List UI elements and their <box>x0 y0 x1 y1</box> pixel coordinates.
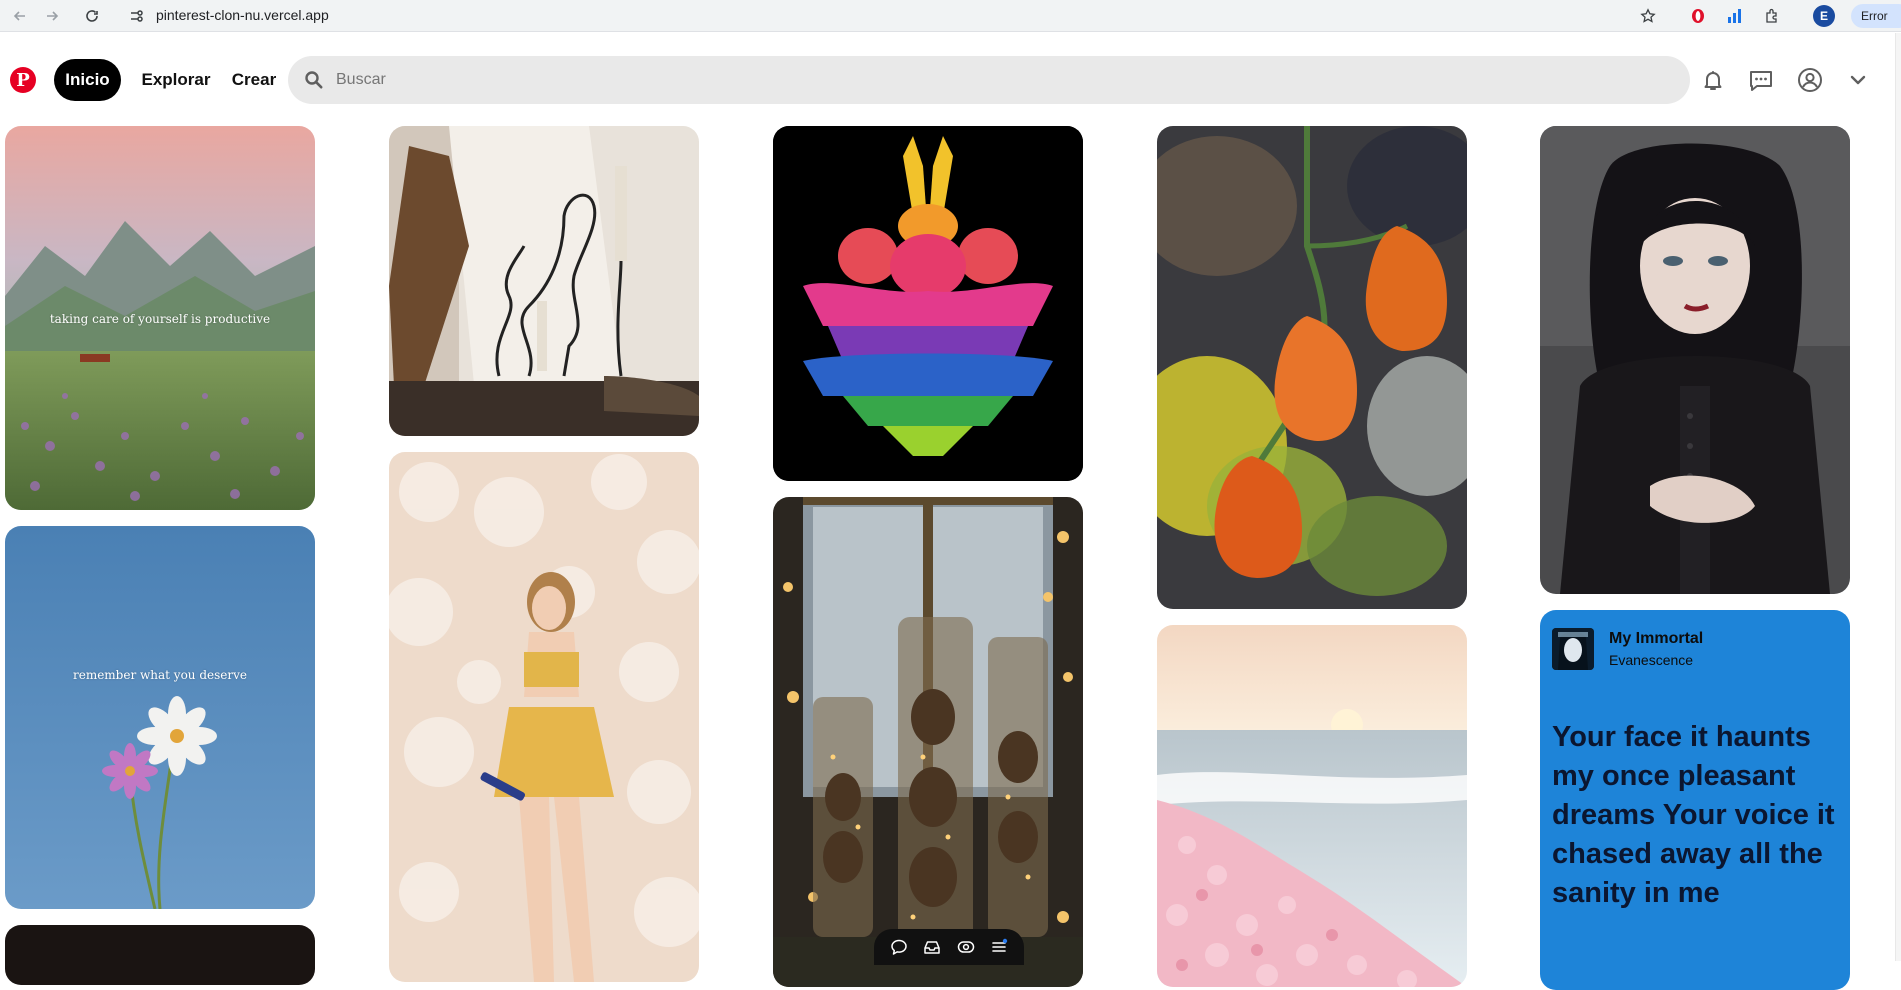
browser-toolbar: pinterest-clon-nu.vercel.app E Error <box>0 0 1901 32</box>
pinecones-image <box>773 497 1083 987</box>
inbox-icon[interactable] <box>920 935 944 959</box>
song-title: My Immortal <box>1609 630 1704 647</box>
candles-image <box>389 126 699 436</box>
nav-create-button[interactable]: Crear <box>226 59 282 101</box>
pin-swimmers[interactable] <box>773 126 1083 481</box>
sky-flowers-image <box>5 526 315 909</box>
pin-pink-beach[interactable] <box>1157 625 1467 987</box>
pin-candles[interactable] <box>389 126 699 436</box>
bell-icon[interactable] <box>1697 64 1729 96</box>
reload-icon[interactable] <box>82 6 102 26</box>
page-scrollbar[interactable] <box>1895 33 1901 961</box>
pin-meadow[interactable]: taking care of yourself is productive <box>5 126 315 510</box>
back-icon[interactable] <box>10 6 30 26</box>
nav-home-button[interactable]: Inicio <box>54 59 121 101</box>
pink-beach-image <box>1157 625 1467 987</box>
pin-pinecones[interactable] <box>773 497 1083 987</box>
user-icon[interactable] <box>1794 64 1826 96</box>
error-chip[interactable]: Error <box>1851 4 1901 28</box>
menu-icon[interactable] <box>987 935 1011 959</box>
pinterest-logo-icon[interactable]: P <box>10 67 36 93</box>
sky-caption: remember what you deserve <box>72 668 248 682</box>
floating-toolbar <box>874 929 1024 965</box>
lyrics-text: Your face it haunts my once pleasant dre… <box>1552 721 1835 909</box>
chevron-down-icon[interactable] <box>1842 64 1874 96</box>
eye-icon[interactable] <box>954 935 978 959</box>
address-bar[interactable]: pinterest-clon-nu.vercel.app <box>156 7 329 23</box>
meadow-caption: taking care of yourself is productive <box>49 312 271 326</box>
pin-singer[interactable] <box>389 452 699 982</box>
comment-icon[interactable] <box>887 935 911 959</box>
chart-extension-icon[interactable] <box>1725 6 1745 26</box>
extension-icon[interactable] <box>1762 6 1782 26</box>
swimmers-image <box>773 126 1083 481</box>
gothic-portrait-image <box>1540 126 1850 594</box>
star-icon[interactable] <box>1638 6 1658 26</box>
search-icon <box>304 70 324 90</box>
nav-explore-button[interactable]: Explorar <box>134 59 218 101</box>
forward-icon[interactable] <box>42 6 62 26</box>
app-header: P Inicio Explorar Crear <box>0 33 1895 125</box>
pin-lyrics-card[interactable]: My Immortal Evanescence Your face it hau… <box>1540 610 1850 990</box>
watercolor-lanterns-image <box>1157 126 1467 609</box>
pin-sky-flowers[interactable]: remember what you deserve <box>5 526 315 909</box>
site-info-icon[interactable] <box>128 8 144 24</box>
pin-dark-partial[interactable] <box>5 925 315 985</box>
error-label: Error <box>1861 9 1888 23</box>
chat-icon[interactable] <box>1745 64 1777 96</box>
album-cover <box>1552 628 1594 670</box>
song-artist: Evanescence <box>1609 652 1694 668</box>
pin-watercolor-lanterns[interactable] <box>1157 126 1467 609</box>
singer-image <box>389 452 699 982</box>
opera-extension-icon[interactable] <box>1688 6 1708 26</box>
search-bar[interactable] <box>288 56 1690 104</box>
search-input[interactable] <box>336 71 1690 89</box>
pin-gothic-portrait[interactable] <box>1540 126 1850 594</box>
profile-avatar[interactable]: E <box>1813 5 1835 27</box>
